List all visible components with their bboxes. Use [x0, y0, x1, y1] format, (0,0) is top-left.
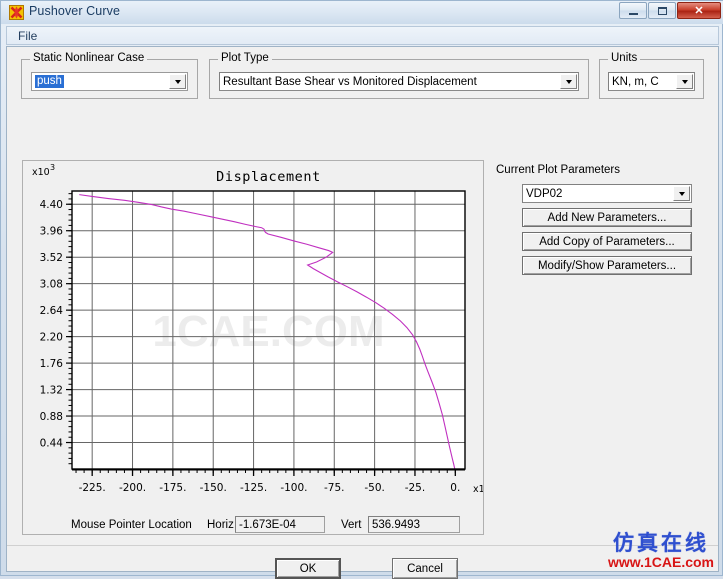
vert-value-field: 536.9493	[368, 516, 460, 533]
svg-text:1CAE.COM: 1CAE.COM	[152, 307, 384, 356]
minimize-button[interactable]	[619, 2, 647, 19]
svg-text:x10: x10	[32, 167, 50, 178]
svg-text:-125.: -125.	[240, 482, 267, 494]
menu-item-file[interactable]: File	[14, 29, 41, 43]
pushover-curve-window: Pushover Curve ✕ File Static Nonlinear C…	[0, 0, 723, 579]
svg-text:Displacement: Displacement	[216, 169, 321, 185]
units-legend: Units	[608, 52, 641, 64]
dialog-client-area: Static Nonlinear Case push Plot Type Res…	[6, 46, 719, 579]
svg-text:3: 3	[50, 163, 55, 172]
svg-text:3.96: 3.96	[40, 226, 64, 238]
svg-text:3.08: 3.08	[40, 279, 63, 291]
svg-text:0.44: 0.44	[40, 438, 64, 450]
chevron-down-icon[interactable]	[673, 186, 690, 201]
units-combo[interactable]: KN, m, C	[608, 72, 695, 91]
current-plot-parameters-label: Current Plot Parameters	[496, 164, 620, 176]
svg-text:0.88: 0.88	[40, 411, 63, 423]
modify-show-parameters-button[interactable]: Modify/Show Parameters...	[522, 256, 692, 275]
plot-type-value: Resultant Base Shear vs Monitored Displa…	[223, 75, 477, 88]
svg-text:-200.: -200.	[119, 482, 146, 494]
svg-text:-150.: -150.	[200, 482, 227, 494]
svg-text:2.64: 2.64	[40, 305, 64, 317]
svg-text:1.32: 1.32	[40, 385, 63, 397]
svg-text:-50.: -50.	[364, 482, 385, 494]
horiz-value-field: -1.673E-04	[235, 516, 325, 533]
current-plot-parameters-combo[interactable]: VDP02	[522, 184, 692, 203]
mouse-pointer-location-label: Mouse Pointer Location	[71, 519, 192, 531]
chevron-down-icon[interactable]	[560, 74, 577, 89]
watermark-cn: 仿真在线	[612, 531, 709, 555]
app-icon	[9, 5, 24, 20]
svg-text:4.40: 4.40	[40, 199, 63, 211]
chevron-down-icon[interactable]	[676, 74, 693, 89]
watermark-url: www.1CAE.com	[607, 554, 714, 570]
plot-type-legend: Plot Type	[218, 52, 272, 64]
horiz-label: Horiz	[207, 519, 234, 531]
svg-text:x10: x10	[473, 484, 483, 495]
svg-text:-75.: -75.	[324, 482, 345, 494]
units-value: KN, m, C	[612, 75, 659, 88]
menu-bar: File	[6, 26, 719, 45]
chart-panel: 1CAE.COM Displacement 4.40 3.96 3.52 3.08 2.64…	[22, 160, 484, 535]
svg-text:2.20: 2.20	[40, 332, 63, 344]
svg-text:-25.: -25.	[405, 482, 426, 494]
pushover-chart: 1CAE.COM Displacement 4.40 3.96 3.52 3.08 2.64…	[23, 161, 483, 534]
add-new-parameters-button[interactable]: Add New Parameters...	[522, 208, 692, 227]
window-title: Pushover Curve	[29, 4, 121, 18]
add-copy-of-parameters-button[interactable]: Add Copy of Parameters...	[522, 232, 692, 251]
svg-text:1.76: 1.76	[40, 358, 64, 370]
window-controls: ✕	[618, 2, 721, 19]
svg-text:-175.: -175.	[159, 482, 186, 494]
static-nonlinear-case-value: push	[35, 75, 64, 88]
vert-label: Vert	[341, 519, 362, 531]
maximize-button[interactable]	[648, 2, 676, 19]
svg-text:3.52: 3.52	[40, 252, 63, 264]
close-button[interactable]: ✕	[677, 2, 721, 19]
static-nonlinear-case-combo[interactable]: push	[31, 72, 188, 91]
current-plot-parameters-value: VDP02	[526, 187, 563, 200]
title-bar: Pushover Curve ✕	[1, 1, 723, 24]
chevron-down-icon[interactable]	[169, 74, 186, 89]
svg-text:-225.: -225.	[79, 482, 106, 494]
static-nonlinear-case-legend: Static Nonlinear Case	[30, 52, 148, 64]
watermark: 仿真在线 www.1CAE.com	[607, 531, 714, 570]
svg-text:0.: 0.	[450, 482, 460, 494]
plot-type-combo[interactable]: Resultant Base Shear vs Monitored Displa…	[219, 72, 579, 91]
svg-text:-100.: -100.	[280, 482, 307, 494]
